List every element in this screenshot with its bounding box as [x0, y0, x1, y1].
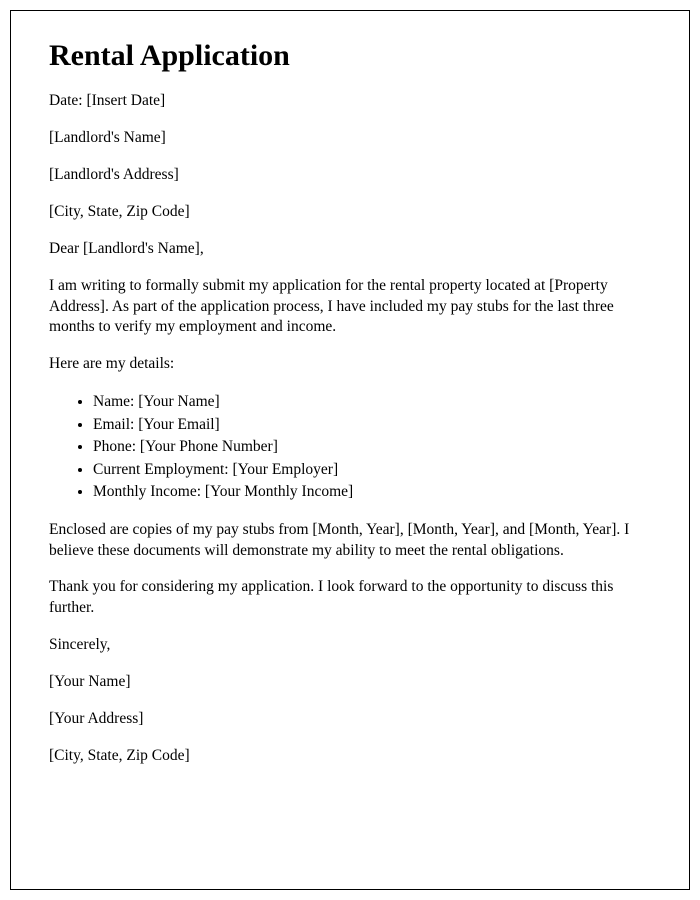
intro-paragraph: I am writing to formally submit my appli…: [49, 276, 651, 339]
landlord-city: [City, State, Zip Code]: [49, 202, 651, 223]
closing: Sincerely,: [49, 635, 651, 656]
thanks-paragraph: Thank you for considering my application…: [49, 577, 651, 619]
sender-address: [Your Address]: [49, 709, 651, 730]
landlord-address: [Landlord's Address]: [49, 165, 651, 186]
list-item: Current Employment: [Your Employer]: [93, 459, 651, 481]
enclosed-paragraph: Enclosed are copies of my pay stubs from…: [49, 520, 651, 562]
page-title: Rental Application: [49, 39, 651, 73]
sender-name: [Your Name]: [49, 672, 651, 693]
sender-city: [City, State, Zip Code]: [49, 746, 651, 767]
landlord-name: [Landlord's Name]: [49, 128, 651, 149]
details-list: Name: [Your Name] Email: [Your Email] Ph…: [49, 391, 651, 503]
list-item: Name: [Your Name]: [93, 391, 651, 413]
document-page: Rental Application Date: [Insert Date] […: [10, 10, 690, 890]
list-item: Monthly Income: [Your Monthly Income]: [93, 481, 651, 503]
list-item: Phone: [Your Phone Number]: [93, 436, 651, 458]
details-heading: Here are my details:: [49, 354, 651, 375]
date-line: Date: [Insert Date]: [49, 91, 651, 112]
salutation: Dear [Landlord's Name],: [49, 239, 651, 260]
list-item: Email: [Your Email]: [93, 414, 651, 436]
